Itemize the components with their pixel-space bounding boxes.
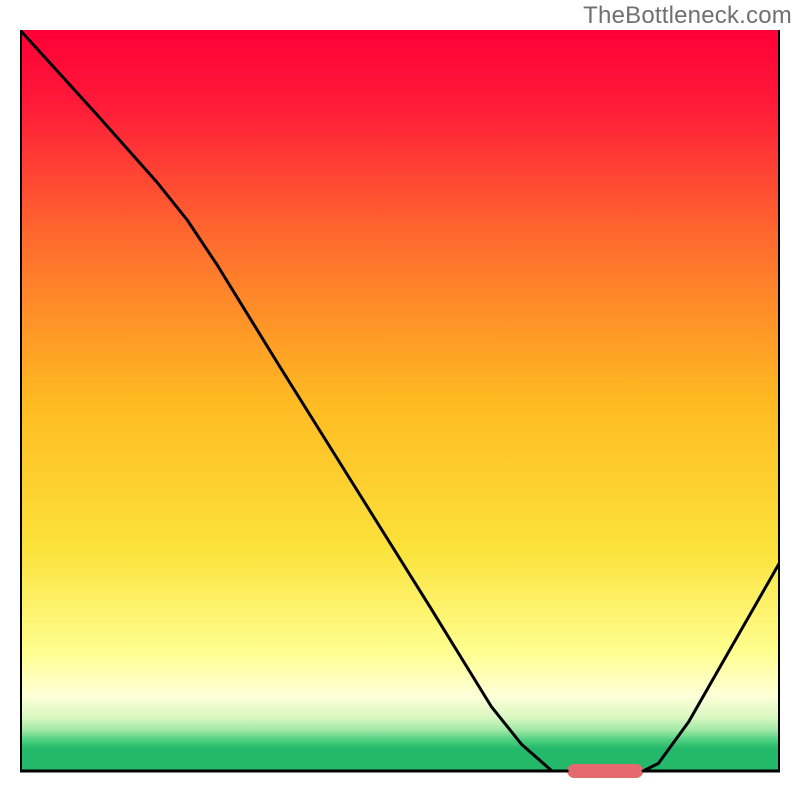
bottleneck-chart: [20, 30, 780, 790]
plot-area: [20, 30, 780, 790]
chart-container: TheBottleneck.com: [0, 0, 800, 800]
watermark-text: TheBottleneck.com: [583, 2, 792, 30]
